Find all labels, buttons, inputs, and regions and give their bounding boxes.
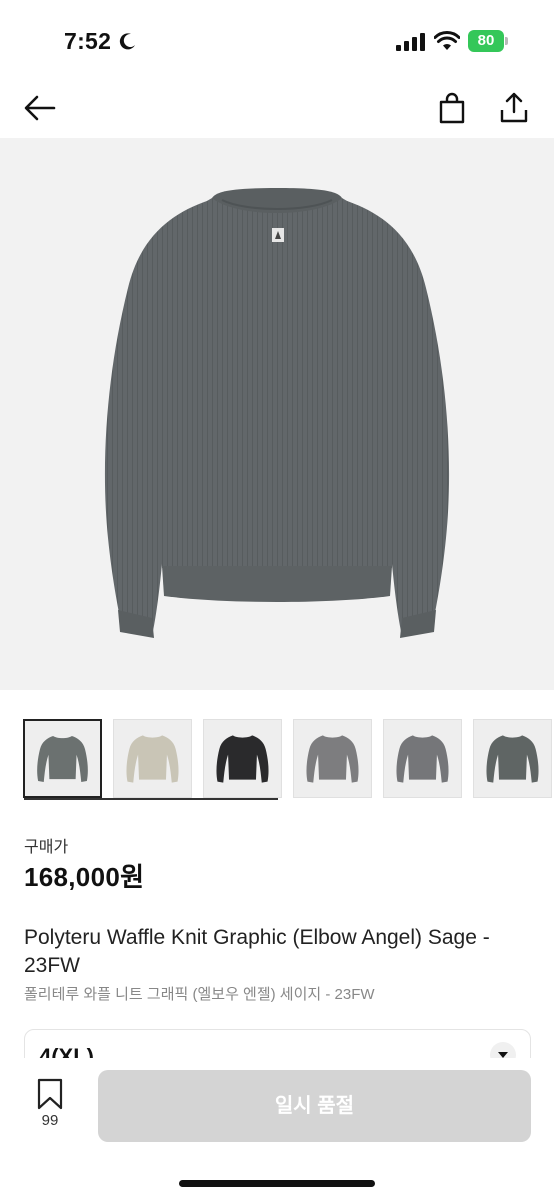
product-title: Polyteru Waffle Knit Graphic (Elbow Ange… xyxy=(24,926,490,977)
thumb-grey[interactable] xyxy=(293,719,372,798)
wifi-icon xyxy=(434,31,460,50)
thumbnail-strip xyxy=(23,719,554,799)
thumb-grey-2[interactable] xyxy=(383,719,462,798)
thumb-beige[interactable] xyxy=(113,719,192,798)
thumb-sage[interactable] xyxy=(23,719,102,798)
price-label: 구매가 xyxy=(24,839,69,856)
thumbnail-image xyxy=(306,735,359,783)
status-bar: 7:52 80 xyxy=(0,0,554,80)
thumb-sage-2[interactable] xyxy=(473,719,552,798)
cellular-signal-icon xyxy=(396,33,425,51)
bookmark-button[interactable]: 99 xyxy=(22,1078,78,1138)
bottom-action-bar: 99 일시 품절 xyxy=(0,1058,554,1200)
thumbnail-image xyxy=(486,735,539,783)
thumbnail-image xyxy=(396,735,449,783)
sold-out-button[interactable]: 일시 품절 xyxy=(98,1070,531,1142)
arrow-left-icon[interactable] xyxy=(22,90,58,126)
thumbnail-image xyxy=(126,735,179,783)
battery-icon: 80 xyxy=(468,30,508,52)
moon-icon xyxy=(119,33,135,50)
price-value: 168,000원 xyxy=(24,862,145,892)
home-indicator xyxy=(179,1180,375,1187)
thumbnail-image xyxy=(37,736,88,782)
bookmark-count: 99 xyxy=(41,1112,59,1129)
shopping-bag-icon[interactable] xyxy=(434,90,470,126)
thumbnail-image xyxy=(216,735,269,783)
battery-level: 80 xyxy=(477,32,495,49)
share-icon[interactable] xyxy=(496,90,532,126)
thumb-black[interactable] xyxy=(203,719,282,798)
product-main-image[interactable] xyxy=(0,138,554,800)
top-nav-bar xyxy=(0,80,554,136)
sweater-image xyxy=(104,188,450,638)
status-time: 7:52 xyxy=(64,28,112,54)
product-subtitle-korean: 폴리테루 와플 니트 그래픽 (엘보우 엔젤) 세이지 - 23FW xyxy=(24,986,375,1003)
bookmark-icon xyxy=(37,1078,63,1110)
